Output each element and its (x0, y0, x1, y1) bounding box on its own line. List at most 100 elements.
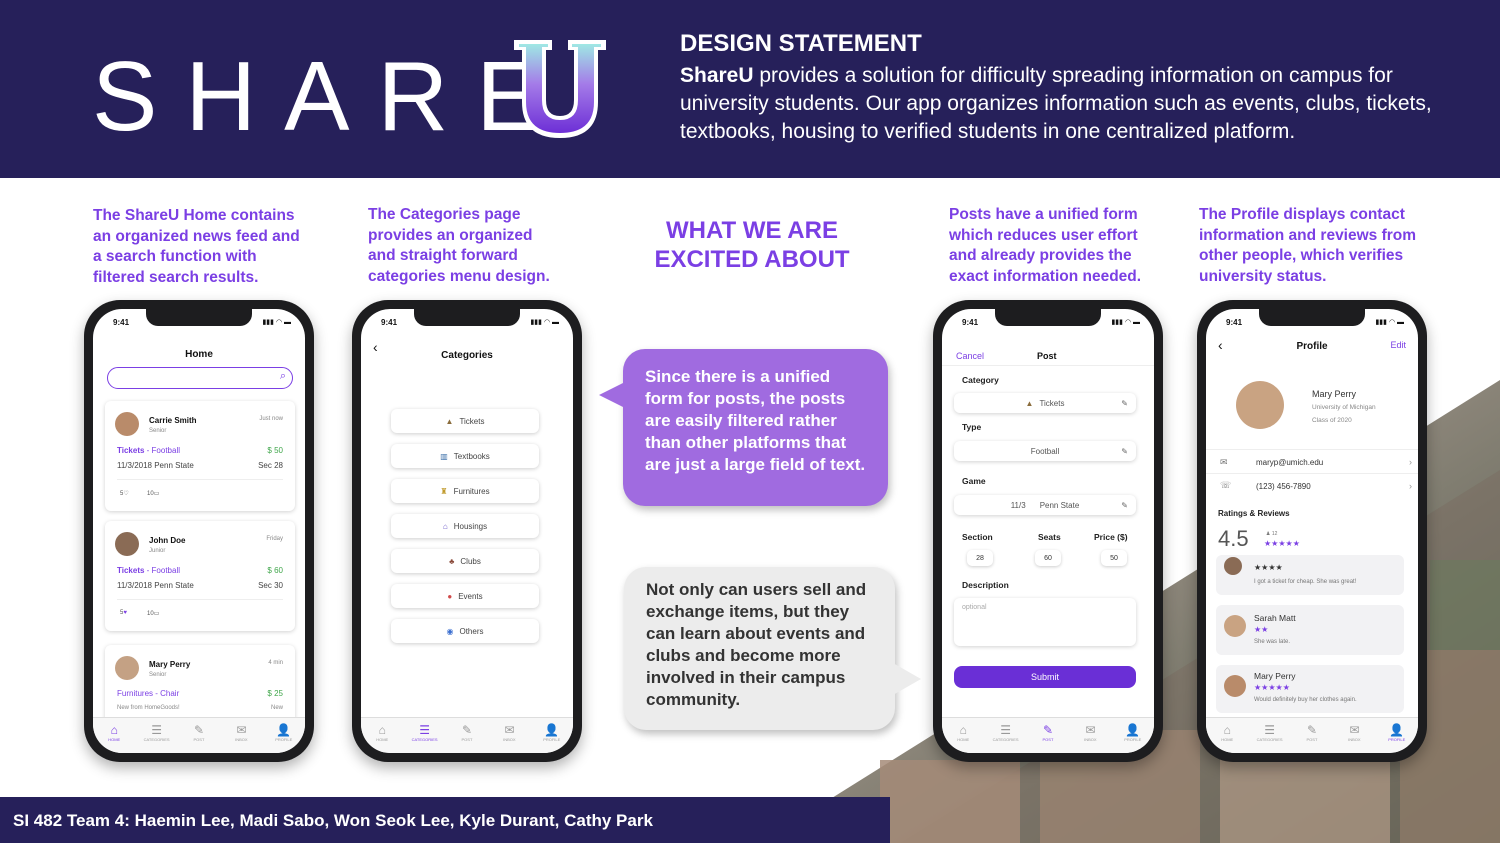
pencil-icon: ✎ (1121, 446, 1128, 456)
search-icon[interactable]: ⌕ (280, 370, 286, 383)
design-statement-body: ShareU provides a solution for difficult… (680, 62, 1480, 146)
profile-email[interactable]: maryp@umich.edu (1256, 458, 1323, 467)
balloon-icon: ● (447, 591, 453, 601)
category-housings[interactable]: ⌂ Housings (391, 514, 539, 538)
pencil-icon: ✎ (1121, 500, 1128, 510)
heart-filled-icon: ♥ (123, 610, 127, 616)
heart-icon: ♡ (123, 491, 129, 497)
description-label: Description (962, 580, 1009, 590)
caption-post: Posts have a unified form which reduces … (949, 206, 1142, 285)
tab-bar: ⌂ HOME ☰ CATEGORIES ✎ POST ✉ INBOX 👤 PROFILE (1206, 717, 1418, 753)
category-clubs[interactable]: ♣ Clubs (391, 549, 539, 573)
profile-name: Mary Perry (1312, 389, 1357, 399)
tab-home[interactable]: ⌂ HOME (94, 718, 134, 753)
category-events[interactable]: ● Events (391, 584, 539, 608)
section-label: Section (962, 532, 993, 542)
divider (942, 365, 1154, 366)
tab-home[interactable]: ⌂ HOME (1207, 718, 1247, 753)
post-time: Friday (266, 536, 283, 542)
game-label: Game (962, 476, 986, 486)
tab-profile[interactable]: 👤 PROFILE (264, 718, 304, 753)
feed-card[interactable]: Mary Perry Senior 4 min Furnitures - Cha… (105, 645, 295, 725)
comment-count[interactable]: 10▭ (147, 490, 159, 497)
footer-banner: SI 482 Team 4: Haemin Lee, Madi Sabo, Wo… (0, 797, 890, 843)
home-icon: ⌂ (959, 723, 967, 737)
team-credits: SI 482 Team 4: Haemin Lee, Madi Sabo, Wo… (13, 811, 653, 830)
design-statement-text: provides a solution for difficulty sprea… (680, 64, 1432, 143)
tab-inbox[interactable]: ✉ INBOX (1334, 718, 1374, 753)
review-card: Mary Perry ★★★★★ Would definitely buy he… (1216, 665, 1404, 713)
signal-battery-icon: ▮▮▮ ◠ ▬ (530, 319, 559, 326)
profile-screen: 9:41 ▮▮▮ ◠ ▬ ‹ Profile Edit Mary Perry U… (1206, 309, 1418, 753)
tab-home[interactable]: ⌂ HOME (943, 718, 983, 753)
tab-profile[interactable]: 👤 PROFILE (1113, 718, 1153, 753)
post-author: John Doe (149, 536, 186, 545)
profile-title: Profile (1296, 341, 1328, 352)
ticket-icon: ▲ (1025, 398, 1034, 408)
comment-count[interactable]: 10▭ (147, 610, 159, 617)
category-furnitures[interactable]: ♜ Furnitures (391, 479, 539, 503)
tab-post[interactable]: ✎ POST (179, 718, 219, 753)
edit-button[interactable]: Edit (1390, 340, 1406, 350)
tab-post[interactable]: ✎ POST (1292, 718, 1332, 753)
description-input[interactable]: optional (954, 598, 1136, 646)
post-title: Post (1037, 351, 1057, 361)
cancel-button[interactable]: Cancel (956, 351, 984, 361)
tab-categories[interactable]: ☰ CATEGORIES (1250, 718, 1290, 753)
like-count[interactable]: 5♥ (120, 610, 127, 616)
signal-battery-icon: ▮▮▮ ◠ ▬ (1375, 319, 1404, 326)
category-select[interactable]: ▲ Tickets ✎ (954, 393, 1136, 413)
excited-line-2: EXCITED ABOUT (654, 246, 850, 273)
profile-phone[interactable]: (123) 456-7890 (1256, 482, 1311, 491)
post-screen: 9:41 ▮▮▮ ◠ ▬ Cancel Post Category ▲ Ticke… (942, 309, 1154, 753)
category-textbooks[interactable]: ▥ Textbooks (391, 444, 539, 468)
phone-home: 9:41 ▮▮▮ ◠ ▬ Home ⌕ Carrie Smith Senior … (84, 300, 314, 762)
post-time: Just now (259, 416, 283, 422)
price-input[interactable]: 50 (1101, 550, 1127, 566)
tab-profile[interactable]: 👤 PROFILE (532, 718, 572, 753)
section-input[interactable]: 28 (967, 550, 993, 566)
tab-post[interactable]: ✎ POST (447, 718, 487, 753)
game-select[interactable]: 11/3 Penn State ✎ (954, 495, 1136, 515)
category-name: Tickets (117, 446, 145, 455)
category-tickets[interactable]: ▲ Tickets (391, 409, 539, 433)
tab-categories[interactable]: ☰ CATEGORIES (405, 718, 445, 753)
seats-input[interactable]: 60 (1035, 550, 1061, 566)
divider (1206, 473, 1418, 474)
home-icon: ⌂ (378, 723, 386, 737)
post-category: Furnitures - Chair (117, 689, 180, 698)
tab-categories[interactable]: ☰ CATEGORIES (986, 718, 1026, 753)
post-time: 4 min (268, 660, 283, 666)
post-date: New from HomeGoods! (117, 705, 180, 711)
dots-icon: ◉ (446, 626, 454, 636)
menu-icon: ☰ (1264, 723, 1275, 737)
tab-categories[interactable]: ☰ CATEGORIES (137, 718, 177, 753)
phone-notch (995, 309, 1101, 326)
category-others[interactable]: ◉ Others (391, 619, 539, 643)
post-price: $ 60 (267, 566, 283, 575)
tab-inbox[interactable]: ✉ INBOX (1070, 718, 1110, 753)
post-year: Senior (149, 428, 167, 434)
tab-inbox[interactable]: ✉ INBOX (221, 718, 261, 753)
like-count[interactable]: 5♡ (120, 490, 129, 497)
lamp-icon: ♜ (440, 486, 448, 496)
post-price: $ 25 (267, 689, 283, 698)
rating-stars: ★★★★★ (1264, 539, 1300, 548)
tab-profile[interactable]: 👤 PROFILE (1377, 718, 1417, 753)
phone-notch (414, 309, 520, 326)
review-card: ★★★★ I got a ticket for cheap. She was g… (1216, 555, 1404, 595)
tab-inbox[interactable]: ✉ INBOX (489, 718, 529, 753)
type-select[interactable]: Football ✎ (954, 441, 1136, 461)
logo-u-icon (514, 40, 606, 138)
tab-post[interactable]: ✎ POST (1028, 718, 1068, 753)
categories-screen: 9:41 ▮▮▮ ◠ ▬ ‹ Categories ▲ Tickets ▥ Text… (361, 309, 573, 753)
feed-card[interactable]: Carrie Smith Senior Just now Tickets - F… (105, 401, 295, 511)
menu-icon: ☰ (419, 723, 430, 737)
submit-button[interactable]: Submit (954, 666, 1136, 688)
mail-icon: ✉ (1349, 723, 1360, 737)
phone-notch (146, 309, 252, 326)
search-input[interactable]: ⌕ (107, 367, 293, 389)
tab-home[interactable]: ⌂ HOME (362, 718, 402, 753)
feed-card[interactable]: John Doe Junior Friday Tickets - Footbal… (105, 521, 295, 631)
speech-bubble-gray: Not only can users sell and exchange ite… (624, 567, 921, 730)
